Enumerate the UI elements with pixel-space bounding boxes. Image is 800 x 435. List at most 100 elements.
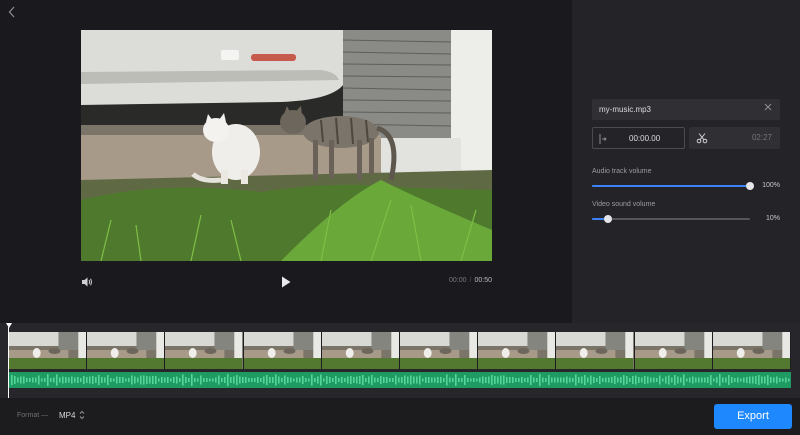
waveform-bar — [413, 376, 415, 384]
waveform-bar — [41, 378, 43, 382]
waveform-bar — [437, 377, 439, 383]
chevron-up-down-icon[interactable] — [79, 410, 85, 421]
waveform-bar — [410, 375, 412, 385]
playhead-handle[interactable] — [6, 323, 12, 328]
audio-track-volume-slider[interactable] — [592, 182, 754, 190]
timeline-frame-thumbnail — [634, 332, 713, 369]
waveform-bar — [377, 378, 379, 382]
waveform-bar — [143, 375, 145, 385]
waveform-bar — [395, 375, 397, 385]
waveform-bar — [362, 375, 364, 385]
waveform-bar — [335, 376, 337, 384]
waveform-bar — [188, 378, 190, 382]
waveform-bar — [623, 375, 625, 385]
waveform-bar — [107, 375, 109, 385]
video-sound-volume-label: Video sound volume — [592, 201, 656, 208]
waveform-bar — [533, 377, 535, 383]
waveform-bar — [38, 375, 40, 385]
waveform-bar — [149, 376, 151, 384]
waveform-bar — [62, 376, 64, 384]
waveform-bar — [464, 375, 466, 385]
waveform-bar — [53, 377, 55, 383]
waveform-bar — [656, 378, 658, 382]
waveform-bar — [671, 377, 673, 383]
video-preview[interactable] — [81, 30, 492, 261]
waveform-bar — [215, 377, 217, 383]
waveform-bar — [761, 376, 763, 384]
waveform-bar — [638, 377, 640, 383]
waveform-bar — [380, 376, 382, 384]
waveform-bar — [746, 377, 748, 383]
waveform-bar — [605, 377, 607, 383]
waveform-bar — [173, 377, 175, 383]
audio-end-time-field[interactable]: 02:27 — [689, 127, 780, 149]
waveform-bar — [137, 377, 139, 383]
video-frames-track[interactable] — [9, 332, 791, 369]
timeline-frame-thumbnail — [400, 332, 479, 369]
timeline-frame-thumbnail — [243, 332, 322, 369]
waveform-bar — [419, 375, 421, 385]
waveform-bar — [788, 378, 790, 382]
waveform-bar — [356, 376, 358, 384]
waveform-bar — [98, 375, 100, 385]
waveform-bar — [398, 377, 400, 383]
waveform-bar — [104, 377, 106, 383]
video-frame-image — [81, 30, 492, 261]
total-time: 00:50 — [474, 277, 492, 284]
waveform-bar — [230, 377, 232, 383]
timeline[interactable] — [0, 323, 800, 398]
back-chevron-icon[interactable] — [8, 6, 22, 20]
waveform-bar — [518, 378, 520, 382]
scissors-icon[interactable] — [696, 131, 708, 144]
waveform-bar — [452, 378, 454, 382]
audio-track-volume-thumb[interactable] — [746, 182, 754, 190]
waveform-bar — [539, 374, 541, 386]
waveform-bar — [110, 378, 112, 382]
play-icon[interactable] — [281, 275, 293, 289]
waveform-bar — [74, 377, 76, 383]
waveform-bar — [344, 378, 346, 382]
waveform-bar — [347, 376, 349, 384]
waveform-bar — [722, 377, 724, 383]
waveform-bar — [95, 377, 97, 383]
close-icon[interactable] — [764, 103, 772, 114]
waveform-bar — [179, 378, 181, 382]
waveform-bar — [530, 375, 532, 385]
video-sound-volume-thumb[interactable] — [604, 215, 612, 223]
video-sound-volume-slider[interactable] — [592, 215, 750, 223]
audio-start-time-field[interactable]: 00:00.00 — [592, 127, 685, 149]
waveform-bar — [521, 377, 523, 383]
waveform-bar — [221, 378, 223, 382]
waveform-bar — [353, 377, 355, 383]
waveform-bar — [224, 377, 226, 383]
format-select[interactable]: MP4 — [59, 411, 75, 420]
timeline-frame-thumbnail — [9, 332, 88, 369]
waveform-bar — [716, 377, 718, 383]
waveform-bar — [443, 378, 445, 382]
waveform-bar — [170, 378, 172, 382]
waveform-bar — [422, 378, 424, 382]
waveform-bar — [614, 376, 616, 384]
waveform-bar — [80, 378, 82, 382]
waveform-bar — [284, 375, 286, 385]
export-button[interactable]: Export — [714, 404, 792, 429]
timeline-frame-thumbnail — [321, 332, 401, 369]
waveform-bar — [569, 377, 571, 383]
waveform-bar — [608, 377, 610, 383]
waveform-bar — [305, 378, 307, 382]
waveform-bar — [152, 376, 154, 384]
waveform-bar — [572, 378, 574, 382]
timeline-frame-thumbnail — [712, 332, 791, 369]
waveform-bar — [581, 376, 583, 384]
audio-waveform-track[interactable] — [9, 372, 791, 388]
waveform-bar — [527, 377, 529, 383]
speaker-icon[interactable] — [81, 275, 93, 289]
playhead-line[interactable] — [8, 327, 9, 398]
waveform-bar — [785, 377, 787, 383]
waveform-bar — [458, 378, 460, 382]
audio-track-volume-value: 100% — [762, 182, 780, 189]
timeline-frame-thumbnail — [87, 332, 166, 369]
waveform-bar — [248, 378, 250, 382]
waveform-bar — [635, 375, 637, 385]
waveform-bar — [257, 377, 259, 383]
